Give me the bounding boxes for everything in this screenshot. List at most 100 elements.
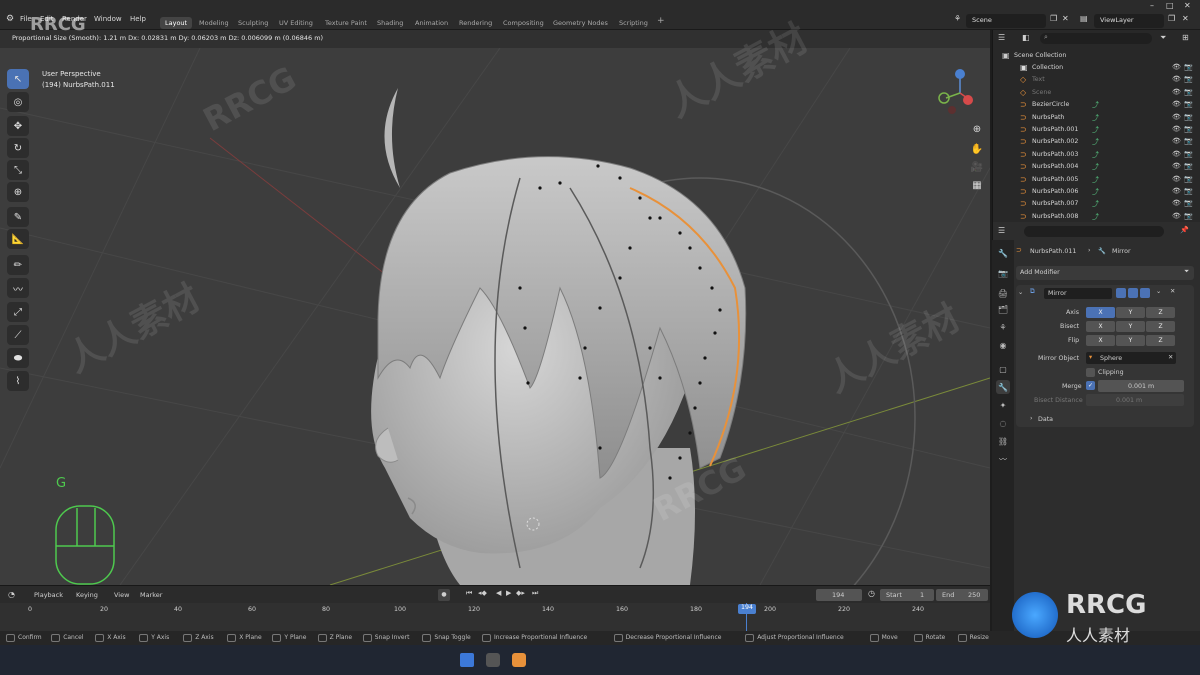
outliner-item[interactable]: ⊃ NurbsPath.008 👁 📷 ⤴ [992, 211, 1200, 223]
visibility-eye-icon[interactable]: 👁 [1172, 125, 1181, 133]
outliner-item[interactable]: ◇ Scene 👁 📷 [992, 87, 1200, 99]
outliner-item[interactable]: ⊃ NurbsPath.002 👁 📷 ⤴ [992, 136, 1200, 148]
tab-rendering[interactable]: Rendering [454, 17, 497, 29]
tab-shading[interactable]: Shading [372, 17, 408, 29]
view-layer-selector[interactable]: ViewLayer [1094, 14, 1164, 28]
tab-compositing[interactable]: Compositing [498, 17, 549, 29]
tab-scripting[interactable]: Scripting [614, 17, 653, 29]
view-layer-tab-icon[interactable]: 🗂 [996, 302, 1010, 316]
tab-animation[interactable]: Animation [410, 17, 453, 29]
render-camera-icon[interactable]: 📷 [1184, 113, 1193, 121]
record-icon[interactable]: ● [438, 589, 450, 601]
grid-view-icon[interactable]: ▦ [968, 176, 986, 194]
tab-texture-paint[interactable]: Texture Paint [320, 17, 372, 29]
axis-z-toggle[interactable]: Z [1146, 307, 1175, 318]
clock-icon[interactable]: ◷ [868, 589, 875, 598]
render-camera-icon[interactable]: 📷 [1184, 125, 1193, 133]
add-workspace-button[interactable]: + [652, 14, 670, 28]
scale-tool-icon[interactable]: ⤡ [7, 160, 29, 180]
radius-tool-icon[interactable]: ⟋ [7, 325, 29, 345]
visibility-eye-icon[interactable]: 👁 [1172, 187, 1181, 195]
output-tab-icon[interactable]: 🖨 [996, 286, 1010, 300]
render-toggle-icon[interactable] [1140, 288, 1150, 298]
copy-icon[interactable]: ❐ [1050, 14, 1057, 23]
blender-logo-icon[interactable]: ⚙ [6, 14, 14, 24]
render-camera-icon[interactable]: 📷 [1184, 150, 1193, 158]
flip-y-toggle[interactable]: Y [1116, 335, 1145, 346]
end-frame-field[interactable]: End 250 [936, 589, 988, 601]
timeline-menu-playback[interactable]: Playback [34, 591, 63, 599]
extrude-tool-icon[interactable]: ⤢ [7, 302, 29, 322]
merge-distance-field[interactable]: 0.001 m [1098, 380, 1184, 392]
outliner-item[interactable]: ⊃ NurbsPath.005 👁 📷 ⤴ [992, 174, 1200, 186]
outliner-root[interactable]: ▣ Scene Collection [992, 50, 1200, 62]
outliner-editor-icon[interactable]: ☰ [998, 33, 1005, 42]
data-chevron-icon[interactable]: › [1030, 415, 1033, 422]
outliner-item[interactable]: ⊃ NurbsPath.001 👁 📷 ⤴ [992, 124, 1200, 136]
visibility-eye-icon[interactable]: 👁 [1172, 75, 1181, 83]
render-camera-icon[interactable]: 📷 [1184, 187, 1193, 195]
zoom-icon[interactable]: ⊕ [968, 120, 986, 138]
render-camera-icon[interactable]: 📷 [1184, 175, 1193, 183]
outliner-search-input[interactable]: ⌕ [1040, 33, 1152, 44]
bisect-x-toggle[interactable]: X [1086, 321, 1115, 332]
timeline-menu-marker[interactable]: Marker [140, 591, 162, 599]
render-camera-icon[interactable]: 📷 [1184, 63, 1193, 71]
pen-tool-icon[interactable]: 〰 [7, 278, 29, 298]
render-camera-icon[interactable]: 📷 [1184, 199, 1193, 207]
outliner-item[interactable]: ⊃ BezierCircle 👁 📷 ⤴ [992, 99, 1200, 111]
visibility-eye-icon[interactable]: 👁 [1172, 88, 1181, 96]
filter-icon[interactable]: ⏷ [1160, 33, 1166, 43]
scene-selector[interactable]: Scene [966, 14, 1046, 28]
add-modifier-button[interactable]: Add Modifier ⏷ [1016, 266, 1194, 280]
modifier-tab-icon[interactable]: 🔧 [996, 380, 1010, 394]
scene-tab-icon[interactable]: ⚘ [996, 320, 1010, 334]
play-icon[interactable]: ▶ [506, 589, 511, 597]
tilt-tool-icon[interactable]: ⬬ [7, 348, 29, 368]
cursor-tool-icon[interactable]: ◎ [7, 92, 29, 112]
modifier-close-icon[interactable]: ✕ [1170, 288, 1175, 295]
new-collection-icon[interactable]: ⊞ [1182, 33, 1189, 42]
search-taskbar-icon[interactable] [486, 653, 500, 667]
tab-modeling[interactable]: Modeling [194, 17, 234, 29]
visibility-eye-icon[interactable]: 👁 [1172, 175, 1181, 183]
outliner-item[interactable]: ⊃ NurbsPath.004 👁 📷 ⤴ [992, 161, 1200, 173]
render-camera-icon[interactable]: 📷 [1184, 162, 1193, 170]
next-key-icon[interactable]: ◆▸ [516, 589, 525, 597]
particles-tab-icon[interactable]: ✦ [996, 398, 1010, 412]
prev-key-icon[interactable]: ◂◆ [478, 589, 487, 597]
blender-taskbar-icon[interactable] [512, 653, 526, 667]
visibility-eye-icon[interactable]: 👁 [1172, 63, 1181, 71]
current-frame-field[interactable]: 194 [816, 589, 862, 601]
object-tab-icon[interactable]: ▢ [996, 362, 1010, 376]
data-tab-icon[interactable]: 〰 [996, 452, 1010, 466]
clipping-checkbox[interactable] [1086, 368, 1095, 377]
close-layer-icon[interactable]: ✕ [1182, 14, 1189, 23]
move-tool-icon[interactable]: ✥ [7, 116, 29, 136]
constraints-tab-icon[interactable]: ⛓ [996, 434, 1010, 448]
tab-uv-editing[interactable]: UV Editing [274, 17, 318, 29]
pin-icon[interactable]: 📌 [1180, 226, 1189, 234]
outliner-item[interactable]: ⊃ NurbsPath 👁 📷 ⤴ [992, 112, 1200, 124]
outliner-item[interactable]: ◇ Text 👁 📷 [992, 74, 1200, 86]
render-camera-icon[interactable]: 📷 [1184, 75, 1193, 83]
visibility-eye-icon[interactable]: 👁 [1172, 113, 1181, 121]
camera-view-icon[interactable]: 🎥 [968, 158, 986, 176]
collapse-chevron-icon[interactable]: ⌄ [1018, 289, 1023, 296]
window-minimize-icon[interactable]: – [1150, 1, 1154, 10]
visibility-eye-icon[interactable]: 👁 [1172, 162, 1181, 170]
axis-x-toggle[interactable]: X [1086, 307, 1115, 318]
annotate-tool-icon[interactable]: ✎ [7, 207, 29, 227]
visibility-eye-icon[interactable]: 👁 [1172, 199, 1181, 207]
bisect-y-toggle[interactable]: Y [1116, 321, 1145, 332]
visibility-eye-icon[interactable]: 👁 [1172, 150, 1181, 158]
menu-help[interactable]: Help [130, 15, 146, 23]
timeline-menu-view[interactable]: View [114, 591, 129, 599]
viewport-toggle-icon[interactable] [1128, 288, 1138, 298]
bisect-distance-field[interactable]: 0.001 m [1086, 394, 1184, 406]
mirror-object-field[interactable]: ▾ Sphere ✕ [1086, 352, 1176, 364]
display-mode-icon[interactable]: ◧ [1022, 33, 1030, 42]
tab-sculpting[interactable]: Sculpting [233, 17, 273, 29]
tool-tab-icon[interactable]: 🔧 [996, 246, 1010, 260]
tab-geometry-nodes[interactable]: Geometry Nodes [548, 17, 613, 29]
